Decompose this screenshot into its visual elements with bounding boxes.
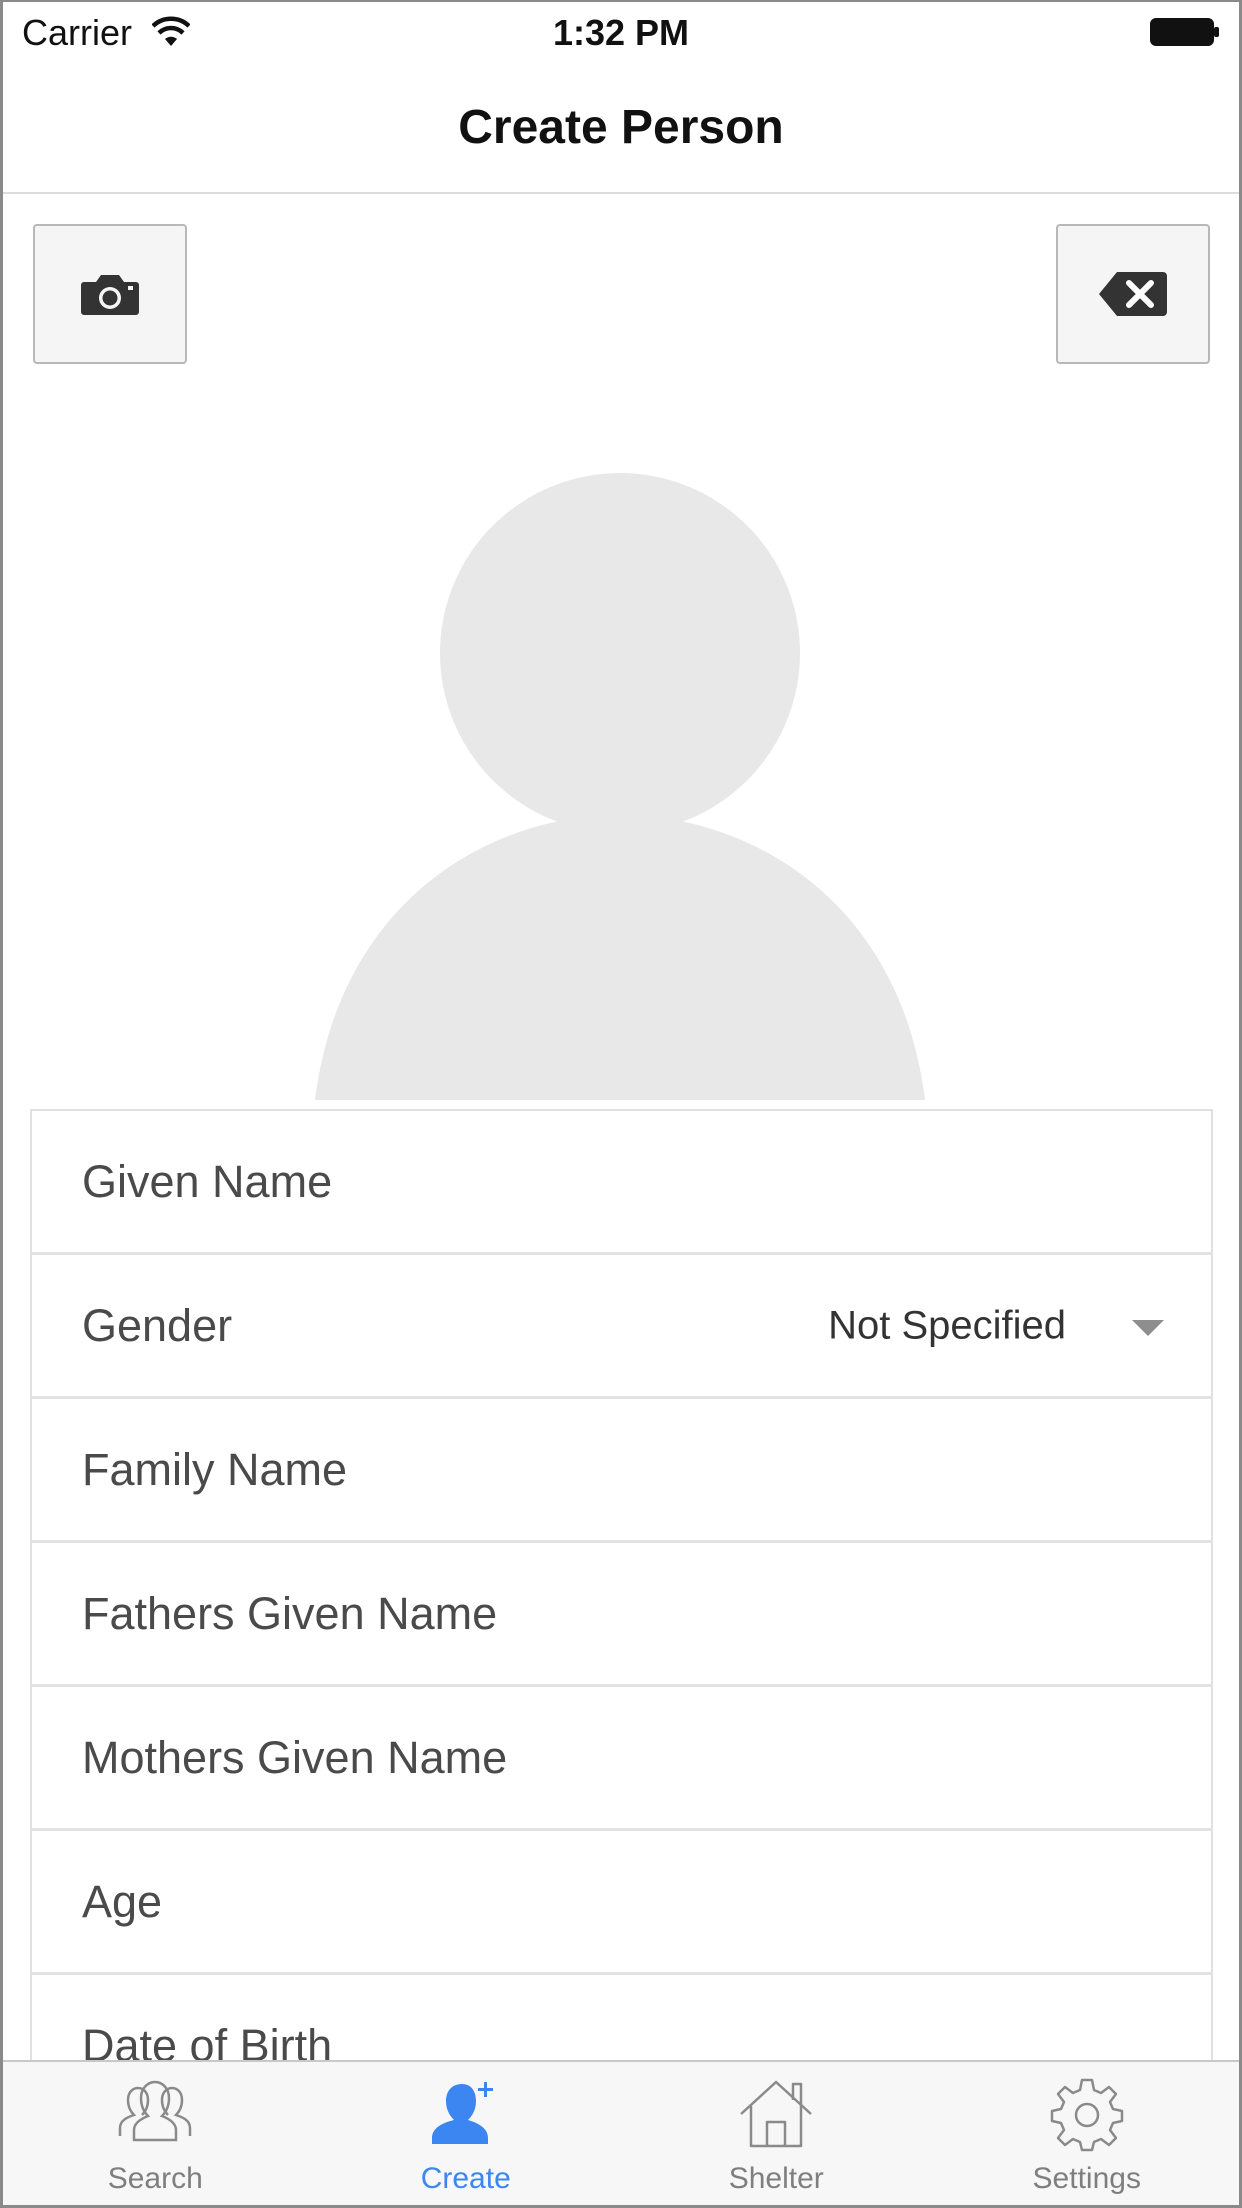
camera-icon (81, 275, 139, 315)
given-name-field[interactable]: Given Name (32, 1111, 1211, 1255)
avatar-placeholder-icon (315, 473, 925, 1100)
person-add-icon (431, 2082, 493, 2144)
person-form: Given Name Gender Not Specified Family N… (30, 1109, 1213, 2119)
tab-shelter[interactable]: Shelter (621, 2062, 932, 2208)
mothers-given-name-label: Mothers Given Name (82, 1731, 508, 1783)
gender-label: Gender (82, 1299, 233, 1351)
tab-shelter-label: Shelter (728, 2162, 824, 2195)
family-name-field[interactable]: Family Name (32, 1399, 1211, 1543)
tab-search-label: Search (107, 2162, 203, 2195)
battery-icon (1150, 18, 1219, 46)
given-name-label: Given Name (82, 1155, 333, 1207)
tab-settings-label: Settings (1032, 2162, 1141, 2195)
house-icon (740, 2080, 813, 2148)
tab-create[interactable]: Create (311, 2062, 622, 2208)
tab-bar: Search Create Shelter Settings (0, 2060, 1242, 2208)
tab-search[interactable]: Search (0, 2062, 311, 2208)
age-label: Age (82, 1875, 163, 1927)
navigation-bar: Create Person (0, 66, 1242, 194)
mothers-given-name-field[interactable]: Mothers Given Name (32, 1687, 1211, 1831)
people-icon (119, 2080, 192, 2142)
chevron-down-icon (1132, 1319, 1164, 1336)
fathers-given-name-field[interactable]: Fathers Given Name (32, 1543, 1211, 1687)
family-name-label: Family Name (82, 1443, 348, 1495)
page-title: Create Person (458, 101, 784, 154)
camera-button[interactable] (33, 224, 187, 364)
status-bar: Carrier 1:32 PM (0, 0, 1242, 66)
gear-icon (1050, 2078, 1123, 2152)
clear-photo-button[interactable] (1056, 224, 1210, 364)
fathers-given-name-label: Fathers Given Name (82, 1587, 498, 1639)
tab-create-label: Create (420, 2162, 511, 2195)
tab-settings[interactable]: Settings (932, 2062, 1242, 2208)
status-time: 1:32 PM (552, 12, 690, 53)
gender-select[interactable]: Gender Not Specified (32, 1255, 1211, 1399)
age-field[interactable]: Age (32, 1831, 1211, 1975)
backspace-clear-icon (1099, 272, 1167, 316)
gender-value: Not Specified (828, 1303, 1066, 1347)
